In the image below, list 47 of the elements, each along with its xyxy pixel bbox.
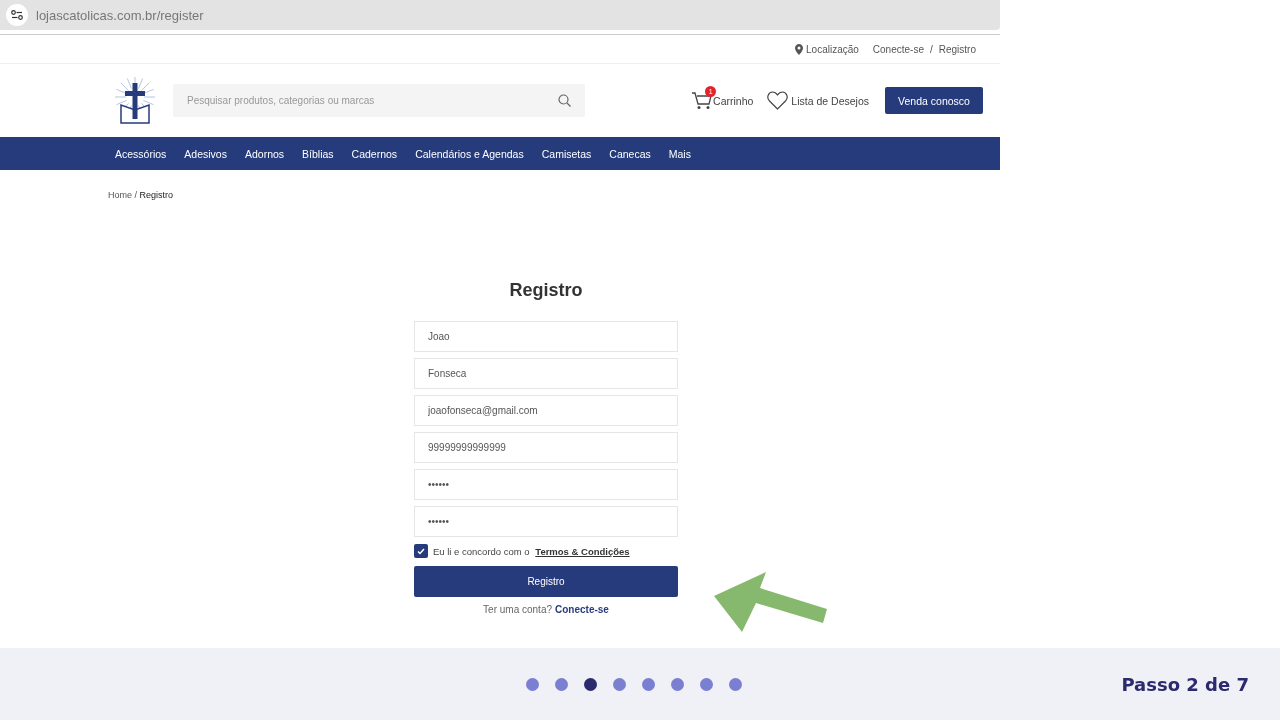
input-field[interactable]: 99999999999999 bbox=[414, 432, 678, 463]
register-link[interactable]: Registro bbox=[938, 43, 976, 55]
nav-link[interactable]: Adornos bbox=[244, 147, 285, 160]
step-counter: Passo 2 de 7 bbox=[1121, 673, 1249, 695]
account-prompt: Ter uma conta? bbox=[483, 604, 552, 615]
nav-link[interactable]: Bíblias bbox=[302, 147, 334, 160]
search-icon[interactable] bbox=[558, 94, 571, 107]
step-dot[interactable] bbox=[642, 677, 655, 691]
step-dot[interactable] bbox=[555, 677, 568, 691]
step-dot[interactable] bbox=[700, 677, 713, 691]
address-bar-url[interactable]: lojascatolicas.com.br/register bbox=[36, 7, 204, 23]
register-button[interactable]: Registro bbox=[414, 566, 678, 597]
heart-icon[interactable] bbox=[767, 91, 789, 110]
input-field[interactable]: •••••• bbox=[414, 469, 678, 500]
site-settings-icon[interactable] bbox=[6, 4, 28, 26]
input-field[interactable]: joaofonseca@gmail.com bbox=[414, 395, 678, 426]
nav-link[interactable]: Cadernos bbox=[351, 147, 398, 160]
breadcrumb: Home / Registro bbox=[108, 190, 174, 200]
terms-checkbox[interactable] bbox=[414, 544, 428, 558]
step-dot[interactable] bbox=[584, 677, 597, 691]
map-pin-icon bbox=[795, 43, 803, 55]
nav-link[interactable]: Camisetas bbox=[541, 147, 592, 160]
step-dot[interactable] bbox=[613, 677, 626, 691]
location-link[interactable]: Localização bbox=[806, 43, 859, 55]
link-separator: / bbox=[929, 43, 933, 55]
step-dot[interactable] bbox=[671, 677, 684, 691]
login-link[interactable]: Conecte-se bbox=[555, 604, 609, 615]
nav-link[interactable]: Mais bbox=[668, 147, 691, 160]
login-link[interactable]: Conecte-se bbox=[872, 43, 924, 55]
wishlist-link[interactable]: Lista de Desejos bbox=[791, 94, 869, 107]
nav-link[interactable]: Calendários e Agendas bbox=[415, 147, 524, 160]
input-field[interactable]: Fonseca bbox=[414, 358, 678, 389]
input-field[interactable]: •••••• bbox=[414, 506, 678, 537]
nav-link[interactable]: Acessórios bbox=[115, 147, 167, 160]
form-title: Registro bbox=[508, 280, 584, 301]
checkmark-icon bbox=[417, 547, 425, 555]
terms-link[interactable]: Termos & Condições bbox=[535, 545, 630, 557]
input-field[interactable]: Joao bbox=[414, 321, 678, 352]
step-dot[interactable] bbox=[729, 677, 742, 691]
step-dot[interactable] bbox=[526, 677, 539, 691]
sell-with-us-button[interactable]: Venda conosco bbox=[885, 87, 983, 114]
nav-link[interactable]: Canecas bbox=[609, 147, 651, 160]
nav-link[interactable]: Adesivos bbox=[184, 147, 227, 160]
cart-link[interactable]: Carrinho bbox=[713, 94, 754, 107]
terms-text: Eu li e concordo com o Termos & Condições bbox=[433, 545, 630, 557]
cross-book-logo[interactable] bbox=[113, 76, 157, 125]
cart-icon[interactable] bbox=[691, 91, 714, 110]
